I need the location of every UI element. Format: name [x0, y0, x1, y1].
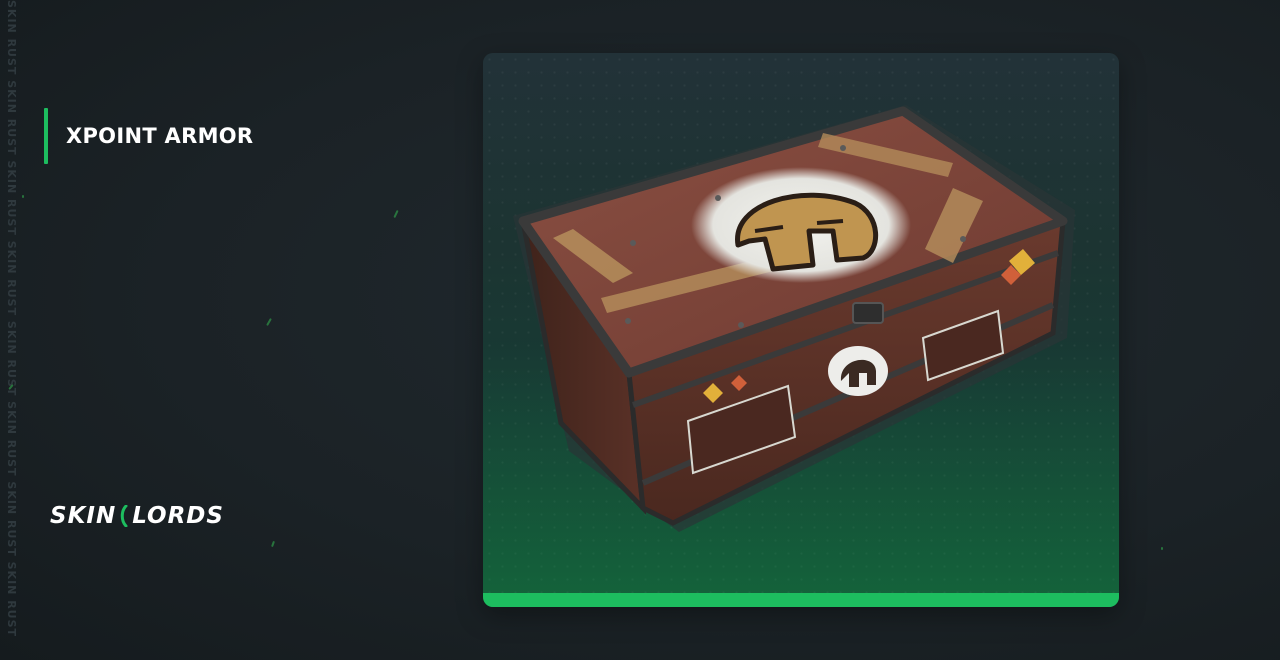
brand-logo-left: SKIN: [50, 503, 117, 529]
crate-image: [513, 105, 1075, 532]
brand-logo-right: LORDS: [132, 503, 224, 529]
item-card[interactable]: [483, 53, 1119, 607]
speck-decoration: [22, 195, 24, 198]
speck-decoration: [271, 540, 275, 548]
page-title-block: XPOINT ARMOR: [44, 108, 253, 164]
card-accent-bar: [483, 593, 1119, 607]
page-title: XPOINT ARMOR: [66, 124, 254, 148]
speck-decoration: [266, 318, 272, 326]
side-watermark: SKIN RUST SKIN RUST SKIN RUST SKIN RUST …: [5, 0, 18, 638]
brand-logo[interactable]: SKIN LORDS: [50, 500, 224, 532]
title-accent-bar: [44, 108, 48, 164]
speck-decoration: [393, 209, 399, 219]
brand-mark-icon: [120, 505, 128, 527]
speck-decoration: [1161, 547, 1163, 550]
